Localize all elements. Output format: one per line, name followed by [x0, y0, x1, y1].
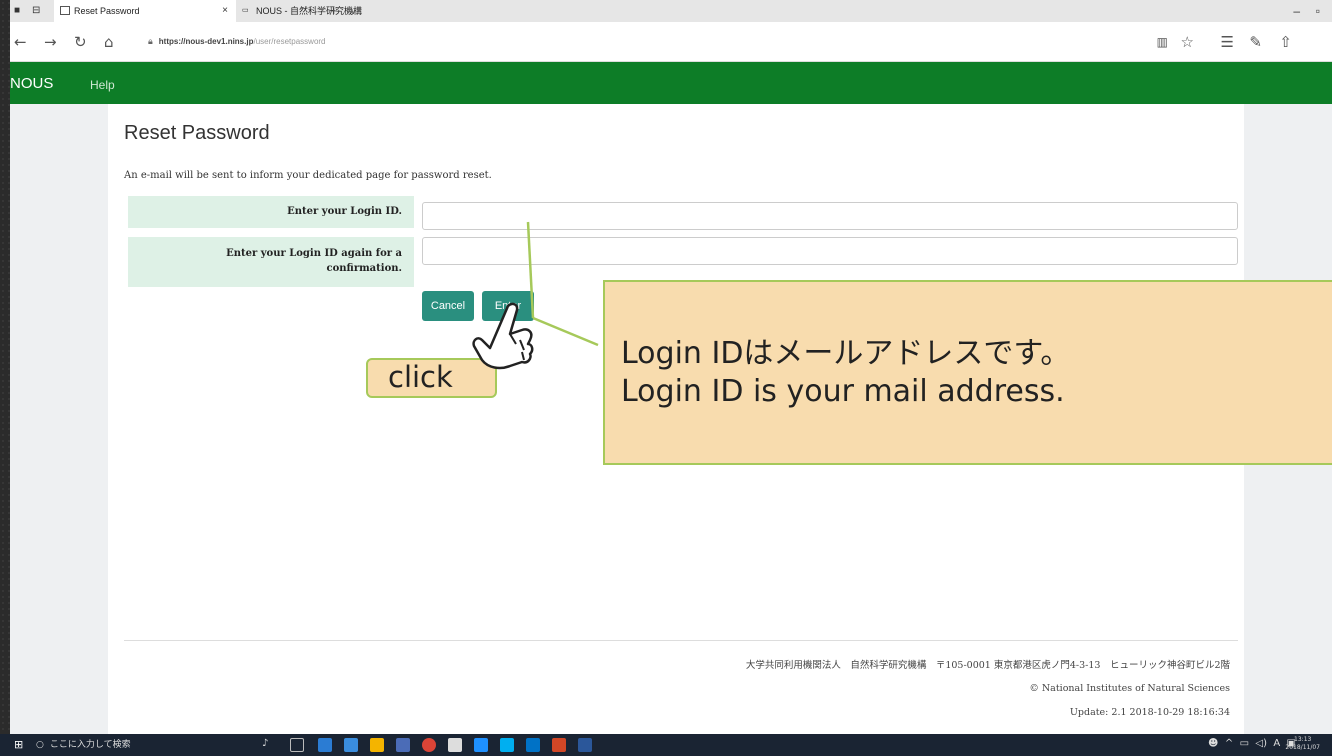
task-view-icon[interactable] — [290, 738, 304, 752]
mail-app-icon[interactable] — [448, 738, 462, 752]
cancel-button[interactable]: Cancel — [422, 291, 474, 321]
footer-update: Update: 2.1 2018-10-29 18:16:34 — [1069, 707, 1230, 718]
nous-favicon-icon: ▭ — [242, 7, 249, 14]
network-icon[interactable]: ▭ — [1240, 738, 1249, 749]
tab-label: Reset Password — [74, 6, 140, 16]
login-id-confirm-label-line1: Enter your Login ID again for a — [226, 248, 402, 259]
store-app-icon[interactable] — [370, 738, 384, 752]
clock-date: 2018/11/07 — [1285, 744, 1320, 751]
windows-start-icon[interactable]: ⊞ — [14, 739, 23, 751]
powerpoint-app-icon[interactable] — [552, 738, 566, 752]
lock-icon: 🔒︎ — [148, 36, 153, 46]
address-bar: ← → ↻ ⌂ 🔒︎ https://nous-dev1.nins.jp/user… — [10, 22, 1332, 62]
tray-expand-icon[interactable]: ^ — [1225, 738, 1233, 749]
tab-preview-chevron-icon[interactable]: ∨ — [350, 0, 357, 22]
enter-button[interactable]: Enter — [482, 291, 534, 321]
login-id-confirm-label: Enter your Login ID again for a confirma… — [128, 237, 414, 287]
callout-text-en: Login ID is your mail address. — [621, 374, 1065, 409]
footer-copyright: © National Institutes of Natural Science… — [1029, 683, 1230, 694]
microphone-icon[interactable]: ♪ — [262, 738, 276, 752]
url-field[interactable]: 🔒︎ https://nous-dev1.nins.jp/user/resetpa… — [148, 36, 326, 47]
page-icon — [60, 6, 70, 15]
login-id-confirm-input[interactable] — [422, 237, 1238, 265]
favorite-star-icon[interactable]: ☆ — [1181, 33, 1194, 51]
windows-taskbar: ⊞ ○ ここに入力して検索 ♪ ☻ ^ ▭ ◁) A ▣ 13:13 2018/1… — [0, 734, 1332, 756]
taskbar-search-placeholder: ここに入力して検索 — [49, 740, 131, 750]
callout-text-jp: Login IDはメールアドレスです。 — [621, 336, 1071, 371]
edge-app-icon[interactable] — [318, 738, 332, 752]
back-icon[interactable]: ← — [14, 34, 27, 50]
people-icon[interactable]: ☻ — [1208, 738, 1218, 749]
new-tab-button[interactable]: + — [330, 0, 338, 22]
minimize-icon[interactable]: – — [1293, 4, 1300, 18]
web-note-icon[interactable]: ✎ — [1249, 33, 1262, 51]
taskbar-clock[interactable]: 13:13 2018/11/07 — [1285, 736, 1320, 752]
url-path: /user/resetpassword — [253, 37, 326, 46]
system-tray[interactable]: ☻ ^ ▭ ◁) A ▣ — [1208, 738, 1296, 749]
close-tab-icon[interactable]: × — [222, 0, 228, 22]
url-host: https://nous-dev1.nins.jp — [158, 37, 254, 46]
share-icon[interactable]: ⇧ — [1279, 33, 1292, 51]
volume-icon[interactable]: ◁) — [1255, 738, 1267, 749]
brand-logo[interactable]: NOUS — [10, 75, 53, 92]
word-app-icon[interactable] — [578, 738, 592, 752]
chrome-app-icon[interactable] — [422, 738, 436, 752]
click-annotation-label: click — [366, 358, 497, 398]
tab-bar: ■ ⊟ Reset Password × ▭ NOUS - 自然科学研究機構 +… — [10, 0, 1332, 22]
login-id-confirm-label-line2: confirmation. — [326, 263, 402, 274]
login-id-label: Enter your Login ID. — [128, 196, 414, 228]
reading-view-icon[interactable]: ▥ — [1157, 35, 1168, 49]
page-title: Reset Password — [124, 122, 270, 144]
app-navbar: NOUS Help — [10, 62, 1332, 104]
login-id-input[interactable] — [422, 202, 1238, 230]
taskbar-search[interactable]: ○ ここに入力して検索 — [36, 734, 236, 756]
tab-actions-icon[interactable]: ■ — [14, 5, 26, 16]
footer-divider — [124, 640, 1238, 641]
set-aside-tabs-icon[interactable]: ⊟ — [32, 5, 44, 16]
ime-indicator[interactable]: A — [1273, 738, 1280, 749]
tab-label: NOUS - 自然科学研究機構 — [256, 6, 363, 16]
help-link[interactable]: Help — [90, 78, 115, 92]
home-icon[interactable]: ⌂ — [104, 34, 114, 50]
footer-address: 大学共同利用機関法人 自然科学研究機構 〒105-0001 東京都港区虎ノ門4-… — [745, 660, 1230, 671]
refresh-icon[interactable]: ↻ — [74, 34, 87, 50]
clock-time: 13:13 — [1294, 736, 1312, 743]
media-app-icon[interactable] — [396, 738, 410, 752]
annotation-callout: Login IDはメールアドレスです。 Login ID is your mai… — [603, 280, 1332, 465]
maximize-icon[interactable]: ▫ — [1316, 4, 1320, 18]
skype-business-app-icon[interactable] — [500, 738, 514, 752]
tab-reset-password[interactable]: Reset Password × — [54, 0, 236, 22]
favorites-hub-icon[interactable]: ☰ — [1221, 33, 1234, 51]
forward-icon[interactable]: → — [44, 34, 57, 50]
skype-app-icon[interactable] — [474, 738, 488, 752]
explorer-app-icon[interactable] — [344, 738, 358, 752]
page-description: An e-mail will be sent to inform your de… — [124, 170, 492, 181]
outlook-app-icon[interactable] — [526, 738, 540, 752]
cortana-circle-icon: ○ — [36, 740, 44, 750]
